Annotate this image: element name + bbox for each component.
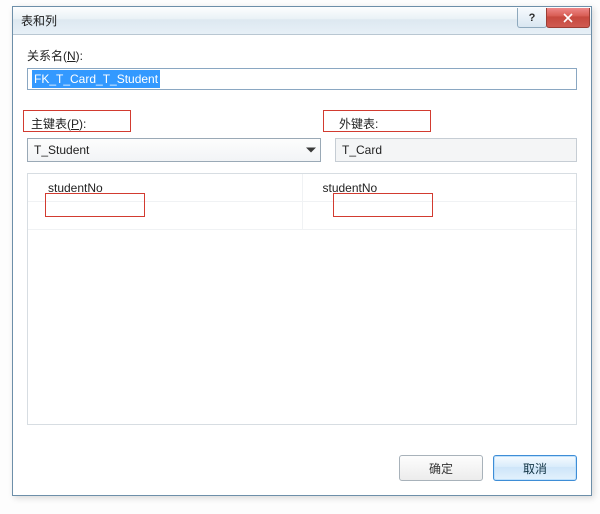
relation-name-value: FK_T_Card_T_Student [32, 70, 160, 88]
pk-table-selected: T_Student [34, 143, 89, 157]
titlebar: 表和列 [13, 7, 591, 35]
relation-name-input[interactable]: FK_T_Card_T_Student [27, 68, 577, 90]
close-icon [563, 13, 573, 23]
dialog-body: 关系名(N): FK_T_Card_T_Student [27, 47, 577, 90]
window-controls [517, 8, 590, 28]
ok-button[interactable]: 确定 [399, 455, 483, 481]
table-selectors: 主键表(P): T_Student 外键表: T_Card [27, 115, 577, 162]
grid-row[interactable] [28, 202, 576, 230]
fk-column-cell[interactable] [302, 202, 577, 229]
pk-column-cell[interactable] [28, 202, 302, 229]
fk-column: 外键表: T_Card [335, 115, 577, 162]
help-button[interactable] [517, 8, 547, 28]
chevron-down-icon [306, 148, 316, 153]
fk-table-label: 外键表: [335, 115, 577, 132]
window-title: 表和列 [21, 12, 57, 29]
column-mapping-grid[interactable]: studentNo studentNo [27, 173, 577, 425]
pk-table-label: 主键表(P): [27, 115, 321, 132]
pk-table-select[interactable]: T_Student [27, 138, 321, 162]
fk-table-value: T_Card [335, 138, 577, 162]
fk-column-cell[interactable]: studentNo [302, 174, 577, 201]
pk-column-cell[interactable]: studentNo [28, 174, 302, 201]
cancel-button[interactable]: 取消 [493, 455, 577, 481]
close-button[interactable] [546, 8, 590, 28]
grid-row[interactable]: studentNo studentNo [28, 174, 576, 202]
dialog-window: 表和列 关系名(N): FK_T_Card_T_Student 主键表(P): … [12, 6, 592, 496]
dialog-buttons: 确定 取消 [399, 455, 577, 481]
pk-column: 主键表(P): T_Student [27, 115, 321, 162]
relation-name-label: 关系名(N): [27, 47, 577, 64]
